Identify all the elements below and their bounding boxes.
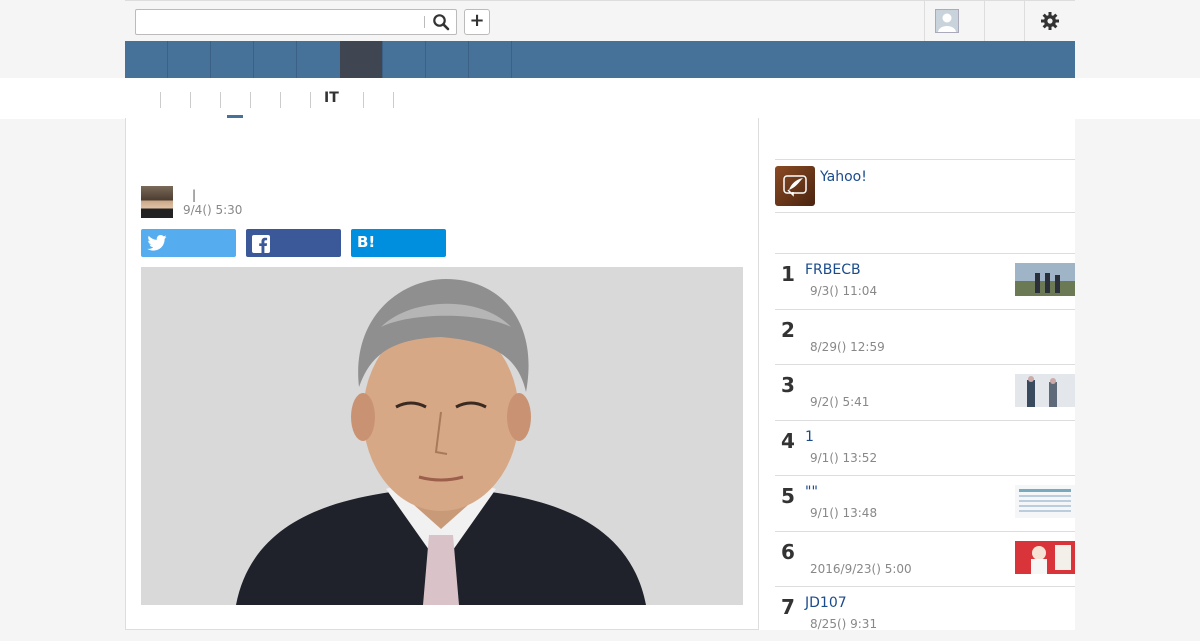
author-avatar[interactable] xyxy=(141,186,173,218)
nav-item[interactable] xyxy=(254,41,297,78)
divider xyxy=(775,212,1075,213)
rank-date: 9/2() 5:41 xyxy=(810,395,870,409)
ranking-item[interactable]: 3 9/2() 5:41 xyxy=(775,364,1075,419)
rank-title[interactable]: 1 xyxy=(805,429,814,445)
ranking-item[interactable]: 2 8/29() 12:59 xyxy=(775,308,1075,364)
ranking-item[interactable]: 6 2016/9/23() 5:00 xyxy=(775,530,1075,586)
divider xyxy=(775,159,1075,160)
rank-number: 1 xyxy=(781,262,795,286)
subnav-item[interactable] xyxy=(190,92,220,108)
rank-date: 8/29() 12:59 xyxy=(810,339,885,354)
article-photo xyxy=(141,267,743,605)
rank-date: 9/1() 13:48 xyxy=(810,506,878,520)
divider xyxy=(1024,1,1025,42)
yahoo-link[interactable]: Yahoo! xyxy=(820,169,867,185)
rank-title[interactable]: "" xyxy=(805,484,818,500)
rank-date: 2016/9/23() 5:00 xyxy=(810,561,912,576)
rank-title[interactable]: FRBECB xyxy=(805,262,861,278)
search-divider xyxy=(424,16,425,28)
nav-item-active[interactable] xyxy=(340,41,383,78)
nav-item[interactable] xyxy=(168,41,211,78)
subnav-item-active[interactable] xyxy=(220,92,250,108)
subnav-item[interactable] xyxy=(363,92,393,108)
rank-title[interactable]: JD107 xyxy=(805,595,847,611)
nav-item[interactable] xyxy=(469,41,512,78)
nav-item[interactable] xyxy=(426,41,469,78)
hatena-icon: B! xyxy=(357,233,376,251)
ranking-item[interactable]: 4 1 9/1() 13:52 xyxy=(775,419,1075,475)
rank-number: 6 xyxy=(781,539,795,564)
ranking-item[interactable]: 1 FRBECB 9/3() 11:04 xyxy=(775,253,1075,308)
facebook-share-button[interactable] xyxy=(246,229,341,257)
top-bar: + xyxy=(125,0,1075,42)
yahoo-icon[interactable] xyxy=(775,166,815,206)
nav-item[interactable] xyxy=(211,41,254,78)
rank-number: 5 xyxy=(781,484,795,508)
avatar[interactable] xyxy=(935,9,959,33)
subnav-item[interactable] xyxy=(280,92,310,108)
rank-date: 9/3() 11:04 xyxy=(810,284,878,298)
rank-number: 3 xyxy=(781,373,795,397)
user-icon xyxy=(938,13,956,32)
subnav-item[interactable] xyxy=(160,92,190,108)
rank-date: 9/1() 13:52 xyxy=(810,450,878,465)
search-input[interactable] xyxy=(136,10,426,34)
ranking-item[interactable]: 7 JD107 8/25() 9:31 xyxy=(775,586,1075,641)
rank-number: 4 xyxy=(781,428,795,453)
subnav-label-it[interactable]: IT xyxy=(324,90,339,106)
article-date: 9/4() 5:30 xyxy=(183,203,243,217)
author-separator: | xyxy=(192,188,197,202)
rank-date: 8/25() 9:31 xyxy=(810,617,878,631)
gear-icon[interactable] xyxy=(1040,11,1060,31)
article-main: | 9/4() 5:30 B! xyxy=(125,118,759,630)
twitter-share-button[interactable] xyxy=(141,229,236,257)
rank-number: 2 xyxy=(781,317,795,342)
facebook-icon xyxy=(252,235,270,253)
sidebar: Yahoo! 1 FRBECB 9/3() 11:04 2 8/29() 12:59 3 9… xyxy=(759,118,1075,631)
search-icon[interactable] xyxy=(432,13,450,31)
ranking-item[interactable]: 5 "" 9/1() 13:48 xyxy=(775,475,1075,530)
twitter-icon xyxy=(147,235,167,251)
category-nav xyxy=(125,41,1075,78)
hatena-bookmark-button[interactable]: B! xyxy=(351,229,446,257)
divider xyxy=(924,1,925,42)
search-box xyxy=(135,9,457,35)
rank-thumbnail[interactable] xyxy=(1015,485,1075,518)
add-button[interactable]: + xyxy=(464,9,490,35)
divider xyxy=(984,1,985,42)
rank-thumbnail[interactable] xyxy=(1015,263,1075,296)
rank-thumbnail[interactable] xyxy=(1015,540,1075,574)
nav-item[interactable] xyxy=(125,41,168,78)
divider xyxy=(393,92,394,108)
feather-icon xyxy=(783,175,807,197)
rank-thumbnail[interactable] xyxy=(1015,374,1075,407)
rank-number: 7 xyxy=(781,595,795,619)
nav-item[interactable] xyxy=(383,41,426,78)
subnav-item[interactable] xyxy=(250,92,280,108)
